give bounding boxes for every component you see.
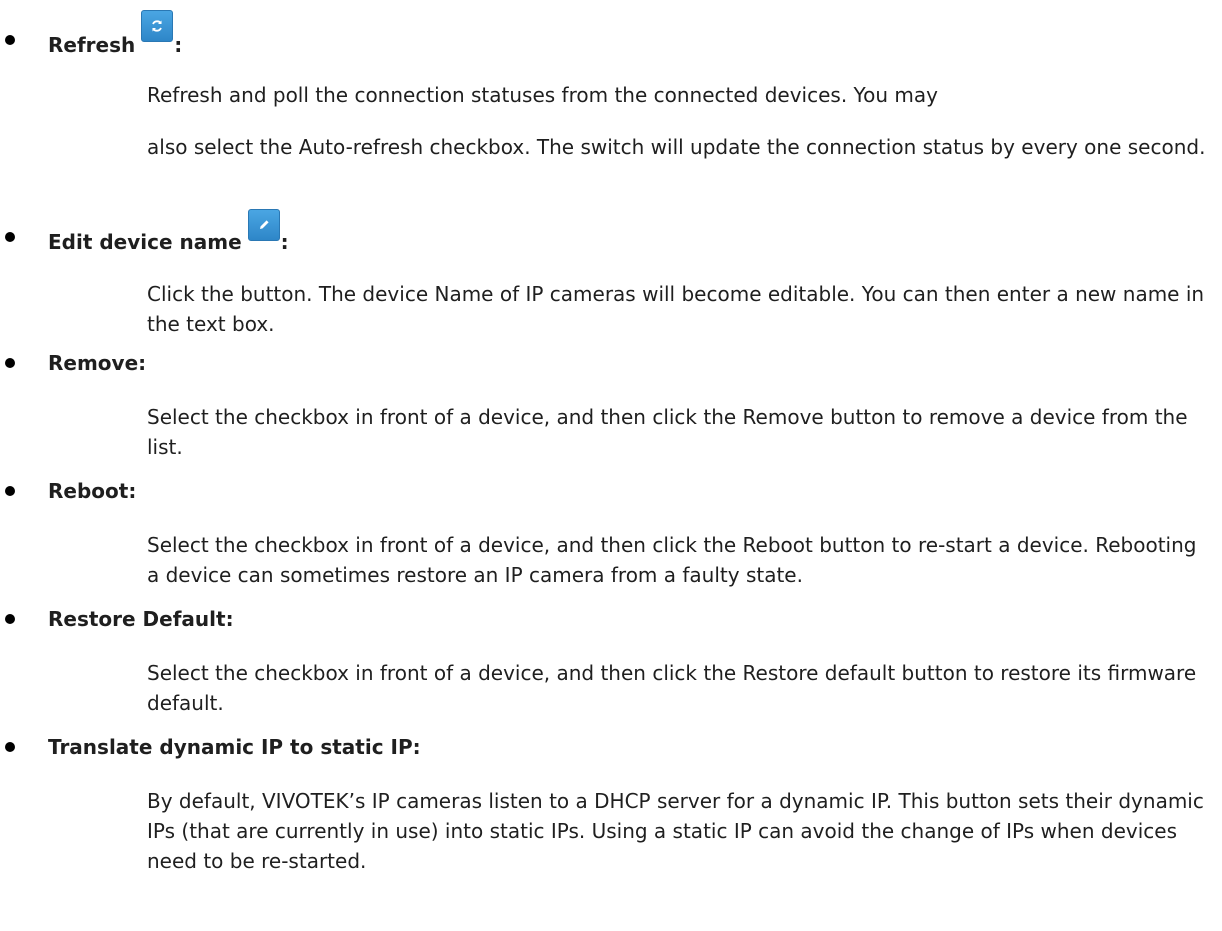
colon-text: : [280,230,289,254]
section-paragraph: Refresh and poll the connection statuses… [147,83,938,107]
section-title-text: Edit device name [48,230,242,254]
section-paragraph: Select the checkbox in front of a device… [147,405,1188,459]
section-paragraph: Select the checkbox in front of a device… [147,661,1197,715]
section-title: Remove: [48,351,147,375]
section-paragraph: also select the Auto-refresh checkbox. T… [147,135,1206,159]
bullet-icon [5,358,15,368]
section-title: Edit device name: [48,209,289,255]
bullet-icon [5,614,15,624]
refresh-icon [141,10,174,42]
bullet-icon [5,486,15,496]
section-title: Reboot: [48,479,137,503]
bullet-icon [5,742,15,752]
section-paragraph: Select the checkbox in front of a device… [147,533,1197,587]
pencil-icon [247,209,280,241]
section-title: Translate dynamic IP to static IP: [48,735,421,759]
document-page: Refresh: Refresh and poll the connection… [0,0,1222,931]
section-paragraph: By default, VIVOTEK’s IP cameras listen … [147,789,1204,873]
section-title: Restore Default: [48,607,234,631]
section-title: Refresh: [48,10,183,58]
section-paragraph: Click the button. The device Name of IP … [147,282,1205,336]
bullet-icon [5,35,15,45]
bullet-icon [5,232,15,242]
colon-text: : [174,33,183,57]
section-title-text: Refresh [48,33,136,57]
